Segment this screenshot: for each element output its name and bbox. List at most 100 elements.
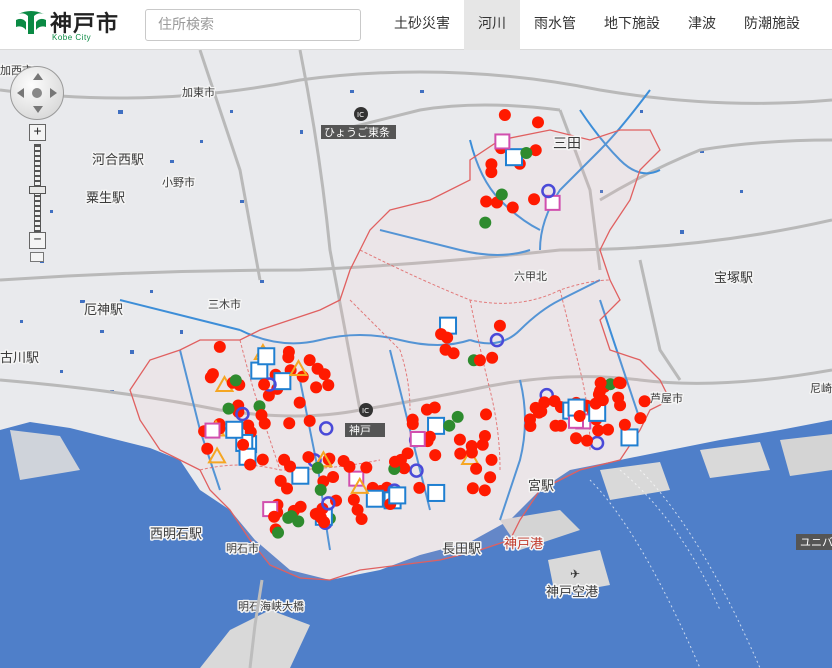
hazard-point-marker[interactable]	[201, 442, 214, 455]
hazard-point-marker[interactable]	[310, 381, 323, 394]
green-point-marker[interactable]	[272, 526, 285, 539]
camera-icon[interactable]	[494, 133, 511, 150]
hyogo-east-interchange[interactable]: IC ひょうご東条	[321, 107, 396, 139]
hazard-point-marker[interactable]	[213, 340, 226, 353]
green-point-marker[interactable]	[229, 374, 242, 387]
zoom-extent-icon[interactable]	[30, 252, 44, 262]
hazard-point-marker[interactable]	[473, 354, 486, 367]
hazard-point-marker[interactable]	[388, 455, 401, 468]
hazard-point-marker[interactable]	[573, 409, 586, 422]
hazard-point-marker[interactable]	[493, 319, 506, 332]
tab-storm-drain[interactable]: 雨水管	[520, 0, 590, 50]
hazard-point-marker[interactable]	[303, 354, 316, 367]
hazard-point-marker[interactable]	[343, 460, 356, 473]
hazard-point-marker[interactable]	[602, 423, 615, 436]
hazard-point-marker[interactable]	[638, 395, 651, 408]
green-point-marker[interactable]	[479, 216, 492, 229]
hazard-point-marker[interactable]	[589, 397, 602, 410]
tab-tsunami[interactable]: 津波	[674, 0, 730, 50]
hazard-point-marker[interactable]	[439, 343, 452, 356]
green-point-marker[interactable]	[495, 188, 508, 201]
hazard-point-marker[interactable]	[330, 494, 343, 507]
hazard-point-marker[interactable]	[302, 451, 315, 464]
green-point-marker[interactable]	[311, 461, 324, 474]
hazard-point-marker[interactable]	[278, 453, 291, 466]
river-facility-icon[interactable]	[365, 489, 384, 508]
river-facility-icon[interactable]	[504, 148, 523, 167]
hazard-point-marker[interactable]	[351, 503, 364, 516]
hazard-point-marker[interactable]	[480, 195, 493, 208]
pan-down-icon[interactable]	[33, 106, 43, 113]
green-point-marker[interactable]	[451, 410, 464, 423]
hazard-point-marker[interactable]	[283, 417, 296, 430]
hazard-point-marker[interactable]	[570, 432, 583, 445]
pan-control[interactable]	[10, 66, 64, 120]
pan-right-icon[interactable]	[50, 88, 57, 98]
hazard-point-marker[interactable]	[255, 409, 268, 422]
hazard-point-marker[interactable]	[322, 379, 335, 392]
hazard-point-marker[interactable]	[612, 376, 625, 389]
hazard-point-marker[interactable]	[466, 482, 479, 495]
hazard-point-marker[interactable]	[420, 403, 433, 416]
hazard-point-marker[interactable]	[237, 438, 250, 451]
hazard-point-marker[interactable]	[618, 418, 631, 431]
hazard-point-marker[interactable]	[327, 471, 340, 484]
hazard-point-marker[interactable]	[296, 370, 309, 383]
tab-river[interactable]: 河川	[464, 0, 520, 50]
tab-seawall[interactable]: 防潮施設	[730, 0, 814, 50]
hazard-point-marker[interactable]	[406, 417, 419, 430]
tab-landslide[interactable]: 土砂災害	[380, 0, 464, 50]
hazard-point-marker[interactable]	[594, 376, 607, 389]
hazard-point-marker[interactable]	[454, 447, 467, 460]
hazard-point-marker[interactable]	[242, 419, 255, 432]
hazard-point-marker[interactable]	[465, 446, 478, 459]
green-point-marker[interactable]	[314, 483, 327, 496]
hazard-point-marker[interactable]	[274, 474, 287, 487]
hazard-point-marker[interactable]	[548, 395, 561, 408]
green-point-marker[interactable]	[222, 402, 235, 415]
hazard-map[interactable]: 加東市 加西市 河合西駅 小野市 粟生駅 厄神駅 三木市 古川駅 IC ひょうご…	[0, 50, 832, 668]
map-canvas[interactable]: 加東市 加西市 河合西駅 小野市 粟生駅 厄神駅 三木市 古川駅 IC ひょうご…	[0, 50, 832, 668]
hazard-point-marker[interactable]	[268, 510, 281, 523]
hazard-point-marker[interactable]	[429, 449, 442, 462]
address-search-input[interactable]	[145, 9, 361, 41]
pan-left-icon[interactable]	[17, 88, 24, 98]
kobe-city-logo[interactable]: 神戸市 Kobe City	[14, 6, 124, 46]
river-facility-icon[interactable]	[273, 372, 292, 391]
hazard-point-marker[interactable]	[478, 430, 491, 443]
zoom-slider-thumb[interactable]	[29, 186, 46, 194]
hazard-point-marker[interactable]	[256, 453, 269, 466]
hazard-point-marker[interactable]	[485, 453, 498, 466]
hazard-point-marker[interactable]	[614, 399, 627, 412]
hazard-point-marker[interactable]	[303, 414, 316, 427]
pan-center-icon[interactable]	[32, 88, 42, 98]
hazard-point-marker[interactable]	[535, 405, 548, 418]
hazard-point-marker[interactable]	[634, 412, 647, 425]
hazard-point-marker[interactable]	[484, 471, 497, 484]
river-facility-icon[interactable]	[388, 486, 407, 505]
green-point-marker[interactable]	[520, 146, 533, 159]
hazard-point-marker[interactable]	[441, 331, 454, 344]
hazard-point-marker[interactable]	[244, 458, 257, 471]
river-facility-icon[interactable]	[620, 428, 639, 447]
hazard-point-marker[interactable]	[531, 116, 544, 129]
hazard-point-marker[interactable]	[581, 434, 594, 447]
river-facility-icon[interactable]	[427, 483, 446, 502]
hazard-point-marker[interactable]	[506, 201, 519, 214]
river-facility-icon[interactable]	[257, 347, 276, 366]
hazard-point-marker[interactable]	[470, 462, 483, 475]
zoom-in-button[interactable]: +	[29, 124, 46, 141]
hazard-point-marker[interactable]	[453, 433, 466, 446]
pan-up-icon[interactable]	[33, 73, 43, 80]
hazard-point-marker[interactable]	[293, 396, 306, 409]
hazard-point-marker[interactable]	[486, 351, 499, 364]
camera-icon[interactable]	[409, 431, 426, 447]
hazard-point-marker[interactable]	[498, 109, 511, 122]
green-point-marker[interactable]	[443, 419, 456, 432]
green-point-marker[interactable]	[285, 510, 298, 523]
camera-icon[interactable]	[204, 422, 221, 439]
zoom-out-button[interactable]: −	[29, 232, 46, 249]
hazard-point-marker[interactable]	[282, 351, 295, 364]
hazard-point-marker[interactable]	[258, 378, 271, 391]
tab-underground[interactable]: 地下施設	[590, 0, 674, 50]
